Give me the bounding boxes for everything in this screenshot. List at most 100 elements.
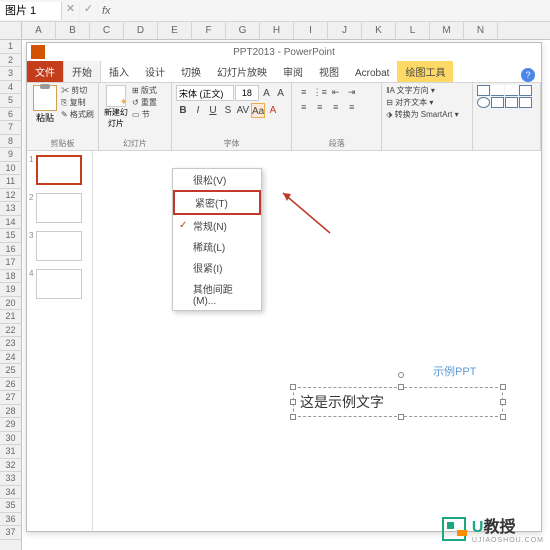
column-header[interactable]: A bbox=[22, 22, 56, 39]
shape-arrow-icon[interactable] bbox=[519, 85, 532, 96]
row-header[interactable]: 18 bbox=[0, 270, 21, 284]
column-header[interactable]: F bbox=[192, 22, 226, 39]
row-header[interactable]: 35 bbox=[0, 499, 21, 513]
tab-drawing-tools[interactable]: 绘图工具 bbox=[397, 61, 453, 82]
spacing-other[interactable]: 其他间距(M)... bbox=[173, 278, 261, 310]
increase-font-icon[interactable]: A bbox=[260, 86, 273, 101]
row-header[interactable]: 28 bbox=[0, 405, 21, 419]
row-header[interactable]: 37 bbox=[0, 526, 21, 540]
column-header[interactable]: E bbox=[158, 22, 192, 39]
resize-handle-s[interactable] bbox=[398, 414, 404, 420]
select-all-corner[interactable] bbox=[0, 22, 22, 39]
resize-handle-nw[interactable] bbox=[290, 384, 296, 390]
resize-handle-n[interactable] bbox=[398, 384, 404, 390]
row-header[interactable]: 12 bbox=[0, 189, 21, 203]
selected-textbox[interactable]: 这是示例文字 bbox=[293, 387, 503, 417]
row-header[interactable]: 33 bbox=[0, 472, 21, 486]
row-header[interactable]: 23 bbox=[0, 337, 21, 351]
row-header[interactable]: 27 bbox=[0, 391, 21, 405]
numbering-icon[interactable]: ⋮≡ bbox=[312, 85, 327, 100]
resize-handle-e[interactable] bbox=[500, 399, 506, 405]
row-header[interactable]: 17 bbox=[0, 256, 21, 270]
row-header[interactable]: 10 bbox=[0, 162, 21, 176]
slide-thumbnail[interactable]: 2 bbox=[27, 189, 92, 227]
column-header[interactable]: D bbox=[124, 22, 158, 39]
align-center-icon[interactable]: ≡ bbox=[312, 100, 327, 115]
text-direction-button[interactable]: ‖A 文字方向 ▾ bbox=[386, 85, 468, 97]
shape-line-icon[interactable] bbox=[491, 85, 504, 96]
align-right-icon[interactable]: ≡ bbox=[328, 100, 343, 115]
align-left-icon[interactable]: ≡ bbox=[296, 100, 311, 115]
new-slide-button[interactable]: 新建幻灯片 bbox=[103, 85, 129, 129]
shape-tri-icon[interactable] bbox=[491, 97, 504, 108]
row-header[interactable]: 31 bbox=[0, 445, 21, 459]
tab-slideshow[interactable]: 幻灯片放映 bbox=[209, 61, 275, 82]
spacing-tight[interactable]: 紧密(T) bbox=[173, 190, 261, 215]
strike-button[interactable]: S bbox=[221, 103, 235, 118]
row-header[interactable]: 25 bbox=[0, 364, 21, 378]
resize-handle-ne[interactable] bbox=[500, 384, 506, 390]
justify-icon[interactable]: ≡ bbox=[344, 100, 359, 115]
bold-button[interactable]: B bbox=[176, 103, 190, 118]
column-header[interactable]: N bbox=[464, 22, 498, 39]
spacing-normal[interactable]: ✓常规(N) bbox=[173, 215, 261, 236]
row-header[interactable]: 24 bbox=[0, 351, 21, 365]
tab-review[interactable]: 审阅 bbox=[275, 61, 311, 82]
cancel-icon[interactable]: ✕ bbox=[62, 2, 80, 20]
row-header[interactable]: 34 bbox=[0, 486, 21, 500]
column-header[interactable]: L bbox=[396, 22, 430, 39]
row-header[interactable]: 20 bbox=[0, 297, 21, 311]
row-header[interactable]: 6 bbox=[0, 108, 21, 122]
shapes-gallery[interactable] bbox=[477, 85, 537, 108]
column-header[interactable]: H bbox=[260, 22, 294, 39]
column-header[interactable]: C bbox=[90, 22, 124, 39]
fx-icon[interactable]: fx bbox=[98, 5, 115, 17]
indent-right-icon[interactable]: ⇥ bbox=[344, 85, 359, 100]
column-header[interactable]: B bbox=[56, 22, 90, 39]
layout-button[interactable]: ⊞ 版式 bbox=[132, 85, 157, 96]
row-header[interactable]: 19 bbox=[0, 283, 21, 297]
row-header[interactable]: 29 bbox=[0, 418, 21, 432]
tab-insert[interactable]: 插入 bbox=[101, 61, 137, 82]
tab-file[interactable]: 文件 bbox=[27, 61, 63, 82]
copy-button[interactable]: ⎘ 复制 bbox=[61, 97, 94, 108]
cut-button[interactable]: ✂ 剪切 bbox=[61, 85, 94, 96]
bullets-icon[interactable]: ≡ bbox=[296, 85, 311, 100]
column-header[interactable]: J bbox=[328, 22, 362, 39]
row-header[interactable]: 9 bbox=[0, 148, 21, 162]
row-header[interactable]: 36 bbox=[0, 513, 21, 527]
shape-line2-icon[interactable] bbox=[505, 85, 518, 96]
font-color-button[interactable]: A bbox=[266, 103, 280, 118]
column-header[interactable]: G bbox=[226, 22, 260, 39]
indent-left-icon[interactable]: ⇤ bbox=[328, 85, 343, 100]
row-header[interactable]: 21 bbox=[0, 310, 21, 324]
resize-handle-sw[interactable] bbox=[290, 414, 296, 420]
tab-transitions[interactable]: 切换 bbox=[173, 61, 209, 82]
row-header[interactable]: 11 bbox=[0, 175, 21, 189]
spacing-button[interactable]: Aa bbox=[251, 103, 265, 118]
font-name-select[interactable] bbox=[176, 85, 234, 101]
align-text-button[interactable]: ⊟ 对齐文本 ▾ bbox=[386, 97, 468, 109]
row-header[interactable]: 3 bbox=[0, 67, 21, 81]
shape-rect-icon[interactable] bbox=[477, 85, 490, 96]
column-header[interactable]: M bbox=[430, 22, 464, 39]
row-header[interactable]: 30 bbox=[0, 432, 21, 446]
font-size-select[interactable] bbox=[235, 85, 259, 101]
slide-thumbnail[interactable]: 1 bbox=[27, 151, 92, 189]
slide-thumbnail[interactable]: 3 bbox=[27, 227, 92, 265]
row-header[interactable]: 32 bbox=[0, 459, 21, 473]
row-header[interactable]: 2 bbox=[0, 54, 21, 68]
row-header[interactable]: 8 bbox=[0, 135, 21, 149]
tab-design[interactable]: 设计 bbox=[137, 61, 173, 82]
slide-thumbnails-panel[interactable]: 1234 bbox=[27, 151, 93, 531]
column-header[interactable]: I bbox=[294, 22, 328, 39]
smartart-button[interactable]: ⬗ 转换为 SmartArt ▾ bbox=[386, 109, 468, 121]
row-header[interactable]: 22 bbox=[0, 324, 21, 338]
shape-arrow2-icon[interactable] bbox=[505, 97, 518, 108]
spacing-very-loose[interactable]: 很松(V) bbox=[173, 169, 261, 190]
format-painter-button[interactable]: ✎ 格式刷 bbox=[61, 109, 94, 120]
tab-view[interactable]: 视图 bbox=[311, 61, 347, 82]
shape-oval-icon[interactable] bbox=[477, 97, 490, 108]
row-header[interactable]: 16 bbox=[0, 243, 21, 257]
tab-home[interactable]: 开始 bbox=[63, 60, 101, 82]
